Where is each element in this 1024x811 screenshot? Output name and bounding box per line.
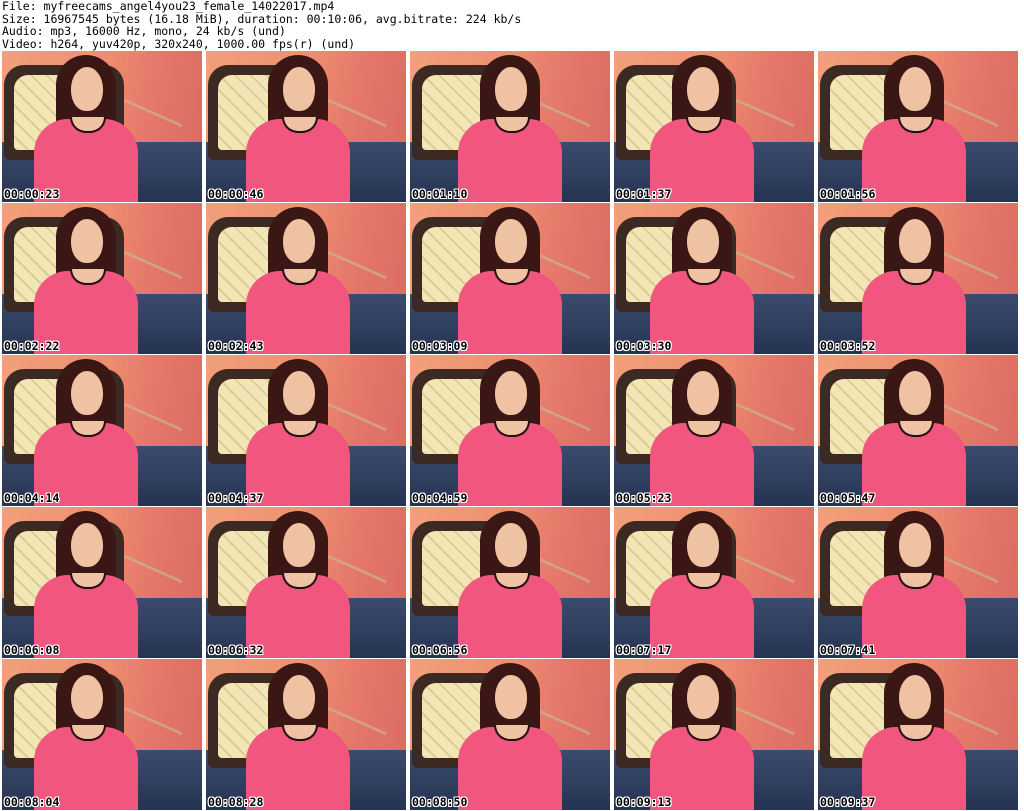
person-figure (650, 507, 760, 658)
thumbnail-timestamp: 00:05:47 (820, 491, 876, 505)
person-figure (862, 659, 972, 810)
thumbnail-timestamp: 00:03:52 (820, 339, 876, 353)
person-figure (862, 203, 972, 354)
person-figure (458, 51, 568, 202)
thumbnail-timestamp: 00:00:23 (4, 187, 60, 201)
person-figure (458, 659, 568, 810)
video-thumbnail: 00:04:37 (206, 355, 406, 506)
person-figure (458, 355, 568, 506)
person-figure (862, 355, 972, 506)
video-thumbnail: 00:00:46 (206, 51, 406, 202)
video-thumbnail: 00:03:09 (410, 203, 610, 354)
video-thumbnail: 00:03:30 (614, 203, 814, 354)
video-thumbnail: 00:08:28 (206, 659, 406, 810)
thumbnail-timestamp: 00:04:14 (4, 491, 60, 505)
person-figure (862, 51, 972, 202)
video-thumbnail: 00:07:41 (818, 507, 1018, 658)
thumbnail-timestamp: 00:05:23 (616, 491, 672, 505)
video-thumbnail: 00:05:23 (614, 355, 814, 506)
person-figure (34, 507, 144, 658)
person-figure (246, 355, 356, 506)
thumbnail-grid: 00:00:23 00:00:46 00:01:10 00:01:37 00:01:56… (0, 51, 1024, 811)
thumbnail-timestamp: 00:07:41 (820, 643, 876, 657)
video-thumbnail: 00:09:13 (614, 659, 814, 810)
video-thumbnail: 00:08:04 (2, 659, 202, 810)
person-figure (34, 51, 144, 202)
thumbnail-timestamp: 00:03:30 (616, 339, 672, 353)
thumbnail-timestamp: 00:03:09 (412, 339, 468, 353)
person-figure (34, 659, 144, 810)
thumbnail-timestamp: 00:02:43 (208, 339, 264, 353)
thumbnail-timestamp: 00:08:50 (412, 795, 468, 809)
video-thumbnail: 00:06:08 (2, 507, 202, 658)
person-figure (34, 203, 144, 354)
thumbnail-timestamp: 00:02:22 (4, 339, 60, 353)
thumbnail-timestamp: 00:01:10 (412, 187, 468, 201)
video-thumbnail: 00:01:37 (614, 51, 814, 202)
video-thumbnail: 00:02:43 (206, 203, 406, 354)
person-figure (246, 203, 356, 354)
file-name-line: File: myfreecams_angel4you23_female_1402… (2, 0, 335, 13)
video-thumbnail: 00:07:17 (614, 507, 814, 658)
video-thumbnail: 00:05:47 (818, 355, 1018, 506)
audio-line: Audio: mp3, 16000 Hz, mono, 24 kb/s (und… (2, 24, 286, 38)
person-figure (650, 355, 760, 506)
person-figure (246, 507, 356, 658)
person-figure (246, 659, 356, 810)
thumbnail-timestamp: 00:04:59 (412, 491, 468, 505)
thumbnail-timestamp: 00:01:37 (616, 187, 672, 201)
thumbnail-timestamp: 00:07:17 (616, 643, 672, 657)
thumbnail-timestamp: 00:04:37 (208, 491, 264, 505)
video-thumbnail: 00:06:56 (410, 507, 610, 658)
thumbnail-timestamp: 00:09:13 (616, 795, 672, 809)
person-figure (650, 659, 760, 810)
video-thumbnail: 00:04:59 (410, 355, 610, 506)
person-figure (458, 203, 568, 354)
video-thumbnail: 00:01:56 (818, 51, 1018, 202)
thumbnail-timestamp: 00:06:56 (412, 643, 468, 657)
person-figure (458, 507, 568, 658)
file-info-header: File: myfreecams_angel4you23_female_1402… (2, 0, 1022, 50)
thumbnail-timestamp: 00:01:56 (820, 187, 876, 201)
thumbnail-timestamp: 00:06:32 (208, 643, 264, 657)
person-figure (650, 203, 760, 354)
video-thumbnail: 00:03:52 (818, 203, 1018, 354)
video-thumbnail: 00:00:23 (2, 51, 202, 202)
person-figure (246, 51, 356, 202)
person-figure (34, 355, 144, 506)
thumbnail-timestamp: 00:00:46 (208, 187, 264, 201)
thumbnail-timestamp: 00:08:04 (4, 795, 60, 809)
thumbnail-timestamp: 00:06:08 (4, 643, 60, 657)
video-line: Video: h264, yuv420p, 320x240, 1000.00 f… (2, 36, 356, 51)
video-thumbnail: 00:04:14 (2, 355, 202, 506)
video-thumbnail: 00:09:37 (818, 659, 1018, 810)
video-thumbnail: 00:02:22 (2, 203, 202, 354)
thumbnail-timestamp: 00:08:28 (208, 795, 264, 809)
video-thumbnail: 00:01:10 (410, 51, 610, 202)
person-figure (650, 51, 760, 202)
thumbnail-timestamp: 00:09:37 (820, 795, 876, 809)
person-figure (862, 507, 972, 658)
video-thumbnail: 00:08:50 (410, 659, 610, 810)
video-thumbnail: 00:06:32 (206, 507, 406, 658)
